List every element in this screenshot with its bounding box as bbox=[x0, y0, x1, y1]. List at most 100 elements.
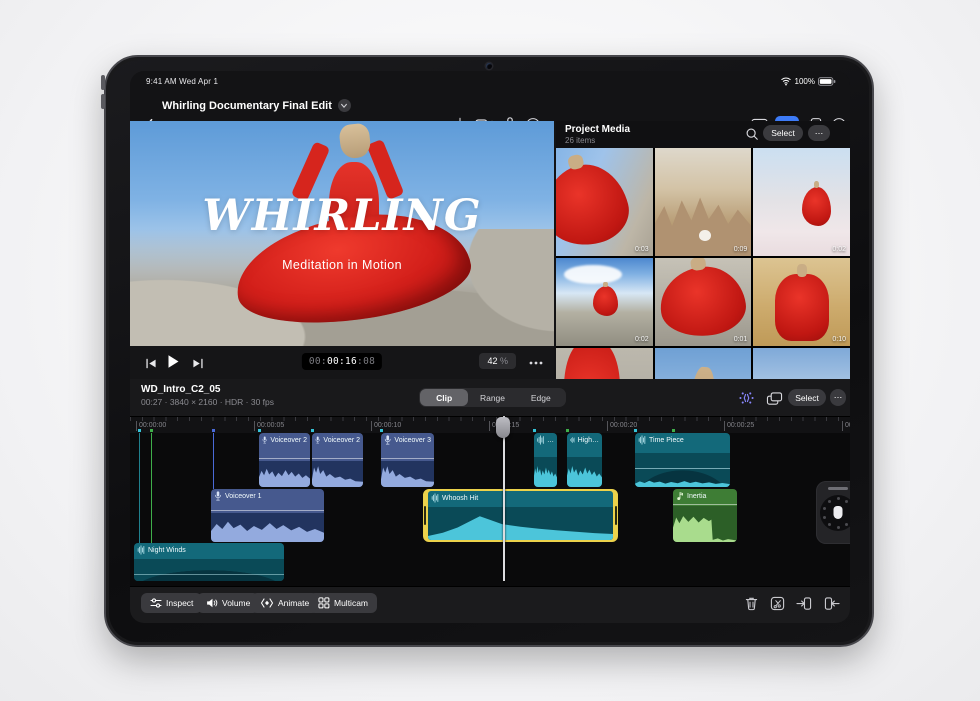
clip-label: Voiceover 2 bbox=[323, 437, 360, 444]
media-more-button[interactable]: ⋯ bbox=[808, 125, 830, 141]
delete-button[interactable] bbox=[743, 595, 759, 611]
timeline-clip[interactable]: … bbox=[534, 433, 557, 487]
snapping-icon bbox=[738, 391, 755, 405]
search-icon bbox=[745, 127, 759, 141]
timeline-clip[interactable]: Voiceover 2 bbox=[312, 433, 363, 487]
trim-handle-left[interactable] bbox=[424, 506, 426, 526]
media-thumbnail[interactable] bbox=[556, 348, 653, 379]
previous-frame-button[interactable] bbox=[141, 353, 161, 373]
volume-label: Volume bbox=[222, 598, 250, 608]
ruler-marker bbox=[380, 429, 383, 432]
viewer-more-button[interactable] bbox=[526, 353, 546, 373]
front-camera bbox=[486, 63, 492, 69]
title-menu-button[interactable] bbox=[338, 99, 351, 112]
mode-clip[interactable]: Clip bbox=[420, 389, 468, 406]
overlay-view-button[interactable] bbox=[764, 388, 784, 408]
viewer-subtitle-overlay: Meditation in Motion bbox=[130, 258, 554, 272]
media-thumbnail[interactable] bbox=[753, 348, 850, 379]
overlapping-frames-icon bbox=[766, 391, 783, 406]
clip-duration: 0:09 bbox=[734, 246, 748, 253]
status-bar: 9:41 AM Wed Apr 1 100% bbox=[130, 71, 850, 91]
mode-range[interactable]: Range bbox=[468, 389, 516, 406]
insert-clip-icon bbox=[796, 596, 812, 611]
media-thumbnail[interactable]: 0:09 bbox=[655, 148, 752, 256]
clip-label: Whoosh Hit bbox=[442, 495, 478, 502]
inspect-button[interactable]: Inspect bbox=[141, 593, 202, 613]
viewer-zoom-control[interactable]: 42 % bbox=[479, 353, 516, 369]
timecode-frames: :08 bbox=[357, 356, 375, 367]
jog-pointer bbox=[834, 506, 843, 519]
volume-button[interactable]: Volume bbox=[197, 593, 259, 613]
animate-label: Animate bbox=[278, 598, 309, 608]
timeline-tracks: Voiceover 2 Voiceover 2 Voiceover 3 … Hi… bbox=[130, 433, 850, 586]
trim-handle-right[interactable] bbox=[615, 506, 617, 526]
clip-label: … bbox=[547, 437, 554, 444]
overwrite-clip-icon bbox=[824, 596, 840, 611]
wifi-icon bbox=[780, 76, 792, 86]
app-toolbar: Whirling Documentary Final Edit ↺ ↻ bbox=[130, 91, 850, 121]
clip-duration: 0:03 bbox=[635, 246, 649, 253]
snapping-button[interactable] bbox=[736, 388, 756, 408]
playhead-handle[interactable] bbox=[496, 417, 510, 438]
timeline-clip[interactable]: Voiceover 3 bbox=[381, 433, 434, 487]
jog-wheel[interactable] bbox=[816, 481, 850, 544]
inspect-label: Inspect bbox=[166, 598, 193, 608]
overwrite-clip-button[interactable] bbox=[824, 595, 840, 611]
media-search-button[interactable] bbox=[742, 124, 762, 144]
timeline-more-button[interactable]: ⋯ bbox=[830, 389, 846, 406]
multicam-icon bbox=[318, 597, 330, 609]
timeline-clip[interactable]: Voiceover 2 bbox=[259, 433, 310, 487]
mode-edge[interactable]: Edge bbox=[517, 389, 565, 406]
insert-clip-button[interactable] bbox=[796, 595, 812, 611]
timeline-select-button[interactable]: Select bbox=[788, 389, 826, 406]
jog-drag-bar[interactable] bbox=[828, 487, 848, 490]
media-select-button[interactable]: Select bbox=[763, 125, 803, 141]
ruler-marker bbox=[533, 429, 536, 432]
clip-label: High… bbox=[578, 437, 599, 444]
blade-button[interactable] bbox=[769, 595, 785, 611]
timeline-clip[interactable]: Inertia bbox=[673, 489, 737, 542]
timeline-ruler[interactable]: 00:00:00 00:00:05 00:00:10 00:00:15 00:0… bbox=[130, 416, 850, 433]
timeline-clip[interactable]: High… bbox=[567, 433, 602, 487]
zoom-unit: % bbox=[500, 356, 508, 366]
timeline-project-name: WD_Intro_C2_05 bbox=[141, 384, 220, 395]
ruler-marker bbox=[258, 429, 261, 432]
timeline-clip[interactable]: Night Winds bbox=[134, 543, 284, 581]
timeline-clip-selected[interactable]: Whoosh Hit bbox=[423, 489, 618, 542]
clip-label: Time Piece bbox=[649, 437, 684, 444]
jog-dial[interactable] bbox=[820, 495, 850, 531]
volume-down-button bbox=[101, 94, 105, 109]
media-thumbnail[interactable]: 0:01 bbox=[655, 258, 752, 346]
ruler-marker bbox=[212, 429, 215, 432]
ruler-label: 00:00:10 bbox=[371, 421, 401, 431]
clip-label: Voiceover 3 bbox=[394, 437, 431, 444]
volume-up-button bbox=[101, 75, 105, 90]
edit-mode-segmented-control: Clip Range Edge bbox=[419, 388, 566, 407]
timecode-display[interactable]: 00:00:16:08 bbox=[302, 353, 382, 370]
ruler-label: 00:00:20 bbox=[607, 421, 637, 431]
media-thumbnail[interactable]: 0:03 bbox=[556, 148, 653, 256]
animate-icon bbox=[260, 597, 274, 609]
transport-bar: 00:00:16:08 42 % bbox=[130, 346, 554, 379]
media-thumbnail[interactable] bbox=[655, 348, 752, 379]
next-frame-button[interactable] bbox=[188, 353, 208, 373]
play-button[interactable] bbox=[163, 351, 183, 371]
clip-duration: 0:02 bbox=[832, 246, 846, 253]
clip-label: Voiceover 2 bbox=[270, 437, 307, 444]
ruler-label: 00:00:25 bbox=[724, 421, 754, 431]
multicam-button[interactable]: Multicam bbox=[309, 593, 377, 613]
ruler-marker bbox=[672, 429, 675, 432]
timeline-clip[interactable]: Time Piece bbox=[635, 433, 730, 487]
media-thumbnail[interactable]: 0:02 bbox=[556, 258, 653, 346]
ruler-marker bbox=[634, 429, 637, 432]
timeline-clip[interactable]: Voiceover 1 bbox=[211, 489, 324, 542]
ruler-label: 00:00:30 bbox=[842, 421, 850, 431]
blade-icon bbox=[770, 596, 785, 611]
trash-icon bbox=[745, 596, 758, 611]
chevron-down-icon bbox=[340, 103, 348, 109]
timeline-header: WD_Intro_C2_05 00:27 · 3840 × 2160 · HDR… bbox=[130, 379, 850, 416]
ruler-marker bbox=[138, 429, 141, 432]
clip-label: Night Winds bbox=[148, 547, 186, 554]
media-thumbnail[interactable]: 0:10 bbox=[753, 258, 850, 346]
media-thumbnail[interactable]: 0:02 bbox=[753, 148, 850, 256]
